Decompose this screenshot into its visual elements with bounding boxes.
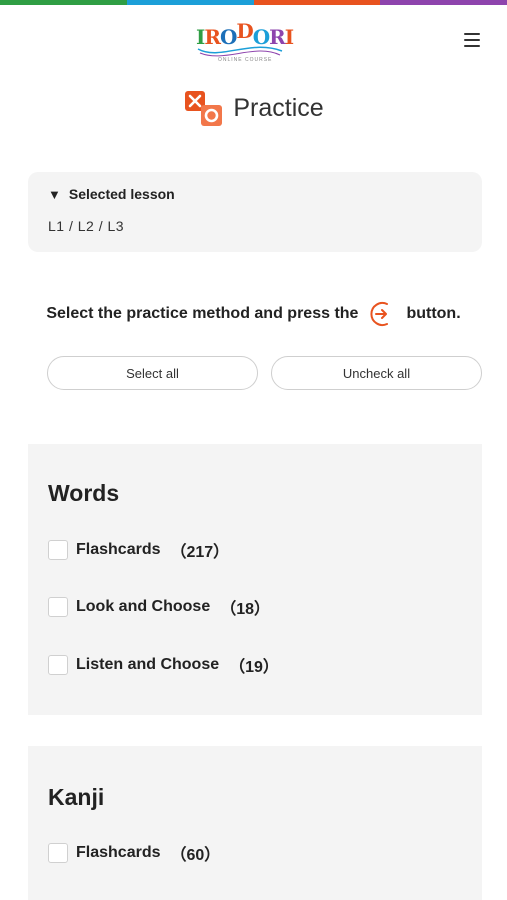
- arrow-right-circle-icon: [368, 301, 398, 327]
- option-label: Listen and Choose: [76, 656, 220, 673]
- selected-lessons-list: L1 / L2 / L3: [48, 218, 125, 234]
- triangle-down-icon: ▼: [48, 186, 61, 202]
- option-words-flashcards[interactable]: Flashcards （217）: [48, 538, 229, 562]
- option-words-listen-and-choose[interactable]: Listen and Choose （19）: [48, 653, 279, 677]
- selected-lesson-toggle[interactable]: ▼ Selected lesson: [48, 186, 462, 202]
- checkbox[interactable]: [48, 540, 68, 560]
- option-count: （60）: [170, 847, 221, 864]
- selected-lesson-label: Selected lesson: [68, 186, 175, 202]
- selected-lesson-panel: ▼ Selected lesson L1 / L2 / L3: [28, 172, 482, 252]
- checkbox[interactable]: [48, 843, 68, 863]
- checkbox[interactable]: [48, 655, 68, 675]
- option-words-look-and-choose[interactable]: Look and Choose （18）: [48, 595, 270, 619]
- logo-text: IRODORI: [196, 19, 294, 49]
- practice-icon: [183, 89, 225, 127]
- select-all-button[interactable]: Select all: [47, 356, 258, 390]
- section-kanji: Kanji Flashcards （60）: [28, 746, 482, 900]
- instruction-before: Select the practice method and press the: [46, 305, 359, 322]
- option-count: （217）: [170, 544, 230, 561]
- option-label: Flashcards: [76, 844, 161, 861]
- uncheck-all-button[interactable]: Uncheck all: [271, 356, 482, 390]
- option-count: （18）: [220, 601, 271, 618]
- irodori-logo[interactable]: IRODORI ONLINE COURSE: [190, 19, 294, 65]
- option-label: Look and Choose: [76, 598, 211, 615]
- logo-subtext: ONLINE COURSE: [218, 57, 273, 63]
- section-words: Words Flashcards （217） Look and Choose （…: [28, 444, 482, 715]
- hamburger-menu-icon[interactable]: [458, 29, 486, 53]
- option-label: Flashcards: [76, 541, 161, 558]
- header: IRODORI ONLINE COURSE: [0, 5, 507, 75]
- section-title-words: Words: [48, 480, 120, 506]
- instruction-after: button.: [406, 305, 461, 322]
- page-title-row: Practice: [0, 86, 507, 130]
- section-title-kanji: Kanji: [48, 784, 105, 810]
- checkbox[interactable]: [48, 597, 68, 617]
- option-count: （19）: [229, 659, 279, 676]
- instruction-text: Select the practice method and press the…: [0, 298, 507, 330]
- option-kanji-flashcards[interactable]: Flashcards （60）: [48, 841, 220, 865]
- page-title: Practice: [233, 93, 324, 122]
